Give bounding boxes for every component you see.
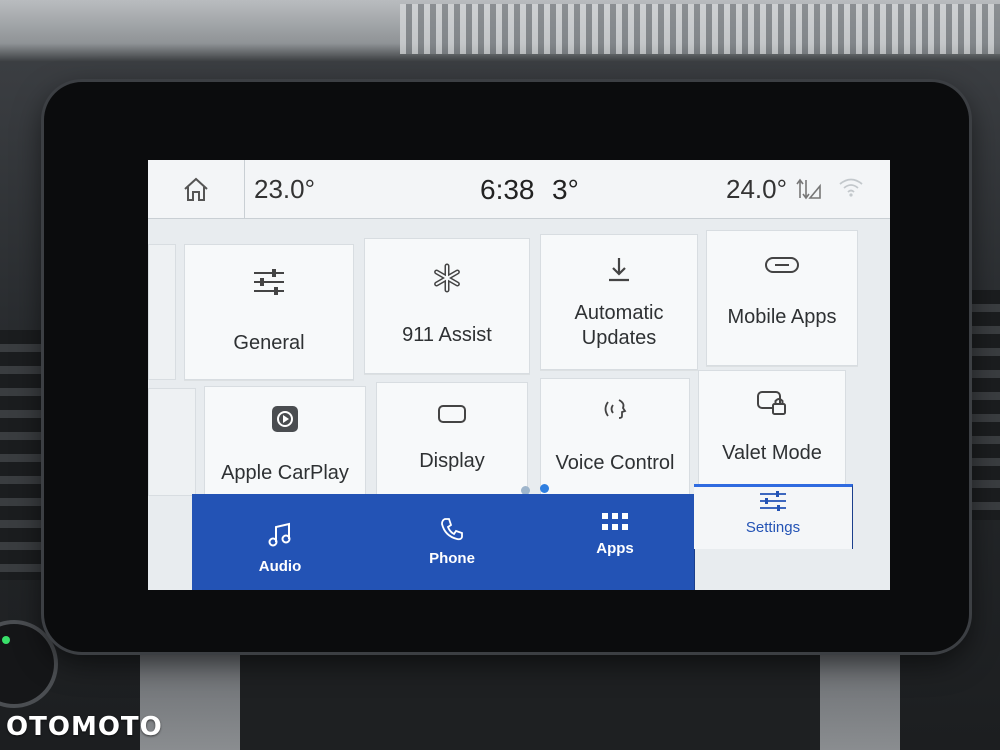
tile-apple-carplay[interactable]: Apple CarPlay: [204, 386, 366, 496]
nav-settings[interactable]: Settings: [694, 484, 853, 549]
tile-label: Mobile Apps: [727, 306, 837, 328]
tile-label: Apple CarPlay: [221, 462, 349, 484]
tile-automatic-updates[interactable]: Automatic Updates: [540, 234, 698, 370]
outdoor-fence-background: [400, 4, 1000, 54]
sliders-icon: [254, 269, 284, 295]
tile-label: Voice Control: [555, 452, 675, 474]
link-icon: [765, 257, 799, 273]
previous-page-tile: [148, 388, 196, 496]
nav-label: Apps: [596, 540, 634, 557]
tile-general[interactable]: General: [184, 244, 354, 380]
home-icon: [184, 177, 208, 201]
valet-lock-icon: [757, 391, 786, 415]
storage-tray: [240, 640, 820, 750]
display-icon: [438, 405, 466, 423]
tile-label: General: [233, 332, 305, 354]
previous-page-tile: [148, 244, 176, 380]
tile-valet-mode[interactable]: Valet Mode: [698, 370, 846, 496]
nav-phone[interactable]: Phone: [368, 494, 537, 590]
clock: 6:38: [480, 174, 535, 205]
nav-apps[interactable]: Apps: [536, 494, 695, 590]
tile-display[interactable]: Display: [376, 382, 528, 496]
status-bar: 23.0° 6:38 3° 24.0°: [148, 160, 890, 219]
tile-voice-control[interactable]: Voice Control: [540, 378, 690, 496]
data-signal-icon: [796, 178, 821, 200]
home-button[interactable]: [148, 160, 245, 218]
page-indicator-dot-active[interactable]: [540, 484, 549, 493]
nav-audio[interactable]: Audio: [192, 494, 369, 590]
watermark: OTOMOTO: [6, 712, 163, 742]
sliders-icon: [760, 491, 786, 511]
wifi-icon: [839, 178, 863, 197]
nav-label: Phone: [429, 550, 475, 567]
grid-icon: [602, 513, 628, 530]
voice-icon: [604, 399, 627, 419]
tile-mobile-apps[interactable]: Mobile Apps: [706, 230, 858, 366]
tile-label: Valet Mode: [722, 442, 822, 464]
carplay-icon: [272, 406, 298, 432]
engine-indicator-led: [2, 636, 10, 644]
nav-label: Settings: [745, 519, 801, 536]
passenger-temperature[interactable]: 24.0°: [726, 174, 787, 205]
download-icon: [609, 258, 629, 282]
star-of-life-icon: [434, 263, 460, 293]
tile-label: 911 Assist: [402, 324, 492, 346]
bottom-navigation: Audio Phone Apps Settings: [148, 484, 890, 590]
tile-label: Display: [419, 450, 485, 472]
outside-temperature: 3°: [552, 174, 579, 205]
driver-temperature[interactable]: 23.0°: [254, 174, 315, 205]
nav-label: Audio: [258, 558, 302, 575]
infotainment-screen: 23.0° 6:38 3° 24.0° General 911 Assist A…: [148, 160, 890, 590]
phone-icon: [441, 518, 463, 541]
music-note-icon: [268, 522, 291, 547]
tile-911-assist[interactable]: 911 Assist: [364, 238, 530, 374]
tile-label: Automatic Updates: [574, 302, 664, 349]
